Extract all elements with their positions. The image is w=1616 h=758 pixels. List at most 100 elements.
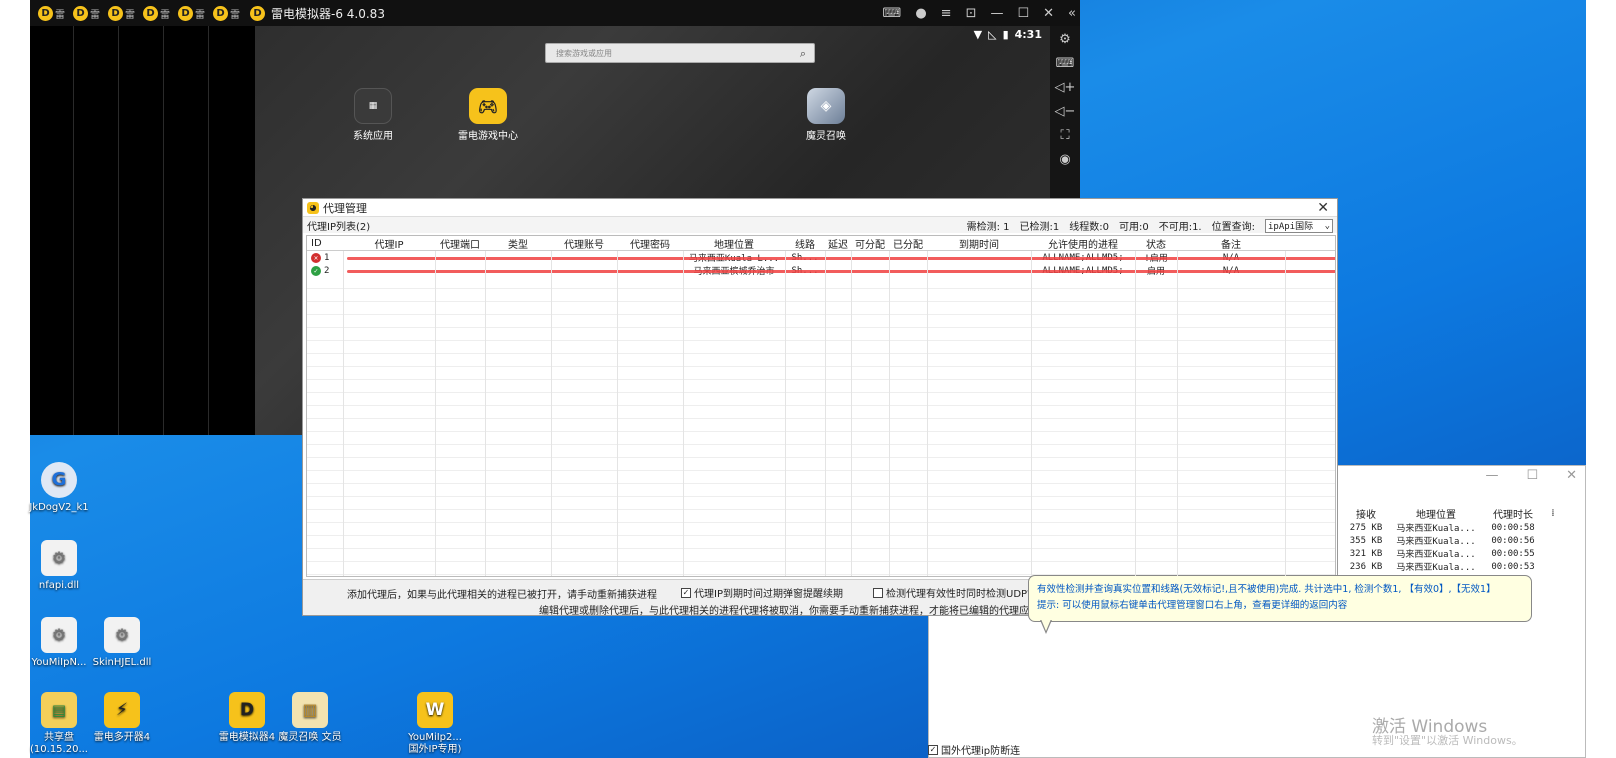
emulator-instance-tab-label: 雷: [230, 9, 240, 21]
anti-disconnect-checkbox[interactable]: ✓ 国外代理ip防断连: [928, 742, 1020, 757]
app-search-input[interactable]: 搜索游戏或应用 ⌕: [545, 43, 815, 63]
app-system-apps[interactable]: ▦ 系统应用: [328, 88, 418, 142]
desktop-icon-emulator[interactable]: D 雷电模拟器4: [214, 692, 280, 744]
connection-row[interactable]: 321 KB 马来西亚Kuala... 00:00:55: [1340, 547, 1560, 561]
column-header[interactable]: 地理位置: [683, 236, 785, 251]
maximize-icon[interactable]: ☐: [1526, 468, 1538, 483]
keyboard-icon[interactable]: ⌨: [1056, 56, 1075, 71]
desktop-icon-youmi[interactable]: ⚙ YouMiIpN...: [26, 617, 92, 669]
column-header[interactable]: 类型: [485, 236, 551, 251]
column-header[interactable]: 代理账号: [551, 236, 617, 251]
connection-row[interactable]: 275 KB 马来西亚Kuala... 00:00:58: [1340, 521, 1560, 535]
table-row[interactable]: ✓2马来西亚槟城乔治市Sh...ALLNAME;ALLMD5;启用N/A: [307, 264, 1335, 277]
column-header[interactable]: 代理端口: [435, 236, 485, 251]
emulator-logo-icon: D: [108, 5, 123, 21]
emulator-instance-tab-label: 雷: [125, 9, 135, 21]
connection-table: 接收 地理位置 代理时长 ⁞ 275 KB 马来西亚Kuala... 00:00:5…: [1340, 505, 1560, 574]
desktop-icon-shared-drive[interactable]: ▤ 共享盘 (10.15.20...: [26, 692, 92, 756]
desktop-icon-jkdog[interactable]: G JkDogV2_k1: [26, 462, 92, 514]
location-source-select[interactable]: ipApi国际 ⌄: [1265, 218, 1333, 233]
column-header[interactable]: 允许使用的进程: [1031, 236, 1135, 251]
collapse-sidebar-icon[interactable]: «: [1068, 6, 1076, 21]
volume-down-icon[interactable]: ◁−: [1055, 104, 1076, 119]
proxy-table-header: ID 代理IP 代理端口 类型 代理账号 代理密码 地理位置 线路 延迟 可分配 已分配 到期时间 允许…: [307, 236, 1335, 251]
column-options-icon[interactable]: ⁞: [1546, 508, 1560, 519]
menu-icon[interactable]: ≡: [941, 6, 952, 21]
emulator-instance-tab-label: 雷: [195, 9, 205, 21]
emulator-instance-tab[interactable]: D雷: [178, 5, 205, 21]
close-icon[interactable]: ✕: [1317, 200, 1329, 216]
column-header[interactable]: 备注: [1177, 236, 1285, 251]
emulator-instance-tab[interactable]: D雷: [213, 5, 240, 21]
search-icon[interactable]: ⌕: [800, 47, 806, 61]
redaction-mark: [347, 270, 1335, 273]
record-icon[interactable]: ◉: [1059, 152, 1070, 167]
pin-icon[interactable]: ⊡: [966, 6, 977, 21]
dll-file-icon: ⚙: [41, 540, 77, 576]
app-game-center[interactable]: 🎮︎ 雷电游戏中心: [443, 88, 533, 142]
grid-line: [889, 236, 890, 576]
tooltip-result-line: 有效性检测并查询真实位置和线路(无效标记!,且不被使用)完成. 共计选中1, 检…: [1037, 584, 1496, 595]
emulator-instance-tab[interactable]: D雷: [73, 5, 100, 21]
grid-line: [1135, 236, 1136, 576]
table-row[interactable]: ✕1马来西亚Kuala L...Sh...ALLNAME;ALLMD5;!启用N…: [307, 251, 1335, 264]
invalid-count: 【无效1】: [1451, 584, 1496, 595]
stat-unavailable: 不可用:1.: [1158, 222, 1202, 233]
close-icon[interactable]: ✕: [1566, 468, 1577, 483]
emulator-instance-tab[interactable]: D雷: [108, 5, 135, 21]
connection-row[interactable]: 355 KB 马来西亚Kuala... 00:00:56: [1340, 534, 1560, 548]
grid-line: [927, 236, 928, 576]
checkbox-checked-icon: ✓: [928, 744, 938, 755]
proxy-manager-title: 代理管理: [323, 201, 367, 215]
emulator-titlebar: D雷D雷D雷D雷D雷D雷 D 雷电模拟器-6 4.0.83 ⌨ ● ≡ ⊡ — …: [30, 0, 1080, 26]
minimize-icon[interactable]: —: [1485, 468, 1498, 483]
windows-activation-subtitle: 转到"设置"以激活 Windows。: [1372, 734, 1523, 747]
proxy-manager-titlebar: ◕ 代理管理 ✕: [303, 199, 1337, 217]
grid-line: [1285, 236, 1286, 576]
column-header[interactable]: 到期时间: [927, 236, 1031, 251]
grid-line: [1031, 236, 1032, 576]
column-header[interactable]: 已分配: [889, 236, 927, 251]
column-header[interactable]: 代理IP: [343, 236, 435, 251]
desktop-icon-game-folder[interactable]: ▥ 魔灵召唤 文员: [277, 692, 343, 744]
column-header[interactable]: 线路: [785, 236, 825, 251]
row-id-text: 2: [324, 265, 330, 276]
close-icon[interactable]: ✕: [1043, 6, 1054, 21]
desktop-icon-youmi-ip2[interactable]: W YouMiIp2... 国外IP专用): [402, 692, 468, 756]
gamepad-icon[interactable]: ⌨: [883, 6, 902, 21]
grid-line: [617, 236, 618, 576]
emulator-instance-tab[interactable]: D雷: [143, 5, 170, 21]
emulator-instance-tab-label: 雷: [160, 9, 170, 21]
volume-up-icon[interactable]: ◁+: [1055, 80, 1076, 95]
desktop-icon-skin[interactable]: ⚙ SkinHJEL.dll: [89, 617, 155, 669]
column-header[interactable]: ID: [307, 238, 343, 249]
settings-icon[interactable]: ⚙: [1059, 32, 1071, 47]
app-logo-icon: ◕: [307, 201, 319, 214]
connection-table-header: 接收 地理位置 代理时长 ⁞: [1340, 505, 1560, 521]
column-header[interactable]: 延迟: [825, 236, 851, 251]
emulator-title: 雷电模拟器-6 4.0.83: [271, 6, 385, 21]
stat-available: 可用:0: [1118, 222, 1149, 233]
account-icon[interactable]: ●: [915, 6, 926, 21]
screenshot-icon[interactable]: ⛶: [1060, 128, 1069, 143]
system-apps-icon: ▦: [354, 88, 392, 124]
grid-line: [485, 236, 486, 576]
cell-recv: 321 KB: [1349, 548, 1383, 559]
maximize-icon[interactable]: ☐: [1017, 6, 1029, 21]
emulator-logo-icon: D: [213, 5, 228, 21]
column-header[interactable]: 代理密码: [617, 236, 683, 251]
connection-row[interactable]: 236 KB 马来西亚Kuala... 00:00:53: [1340, 560, 1560, 574]
grid-line: [343, 236, 344, 576]
expiry-reminder-checkbox[interactable]: ✓ 代理IP到期时间过期弹窗提醒续期: [681, 585, 843, 600]
column-header[interactable]: 状态: [1135, 236, 1177, 251]
column-header[interactable]: 可分配: [851, 236, 889, 251]
minimize-icon[interactable]: —: [990, 6, 1003, 21]
cell-recv: 355 KB: [1349, 535, 1383, 546]
android-status-bar: ▼ ◺ ▮ 4:31: [974, 28, 1042, 41]
udp-check-checkbox[interactable]: 检测代理有效性时同时检测UDP协: [873, 585, 1037, 600]
desktop-icon-nfapi[interactable]: ⚙ nfapi.dll: [26, 540, 92, 592]
app-summoners-war[interactable]: ◈ 魔灵召唤: [781, 88, 871, 142]
desktop-icon-multi-launcher[interactable]: ⚡ 雷电多开器4: [89, 692, 155, 744]
emulator-instance-tab[interactable]: D雷: [38, 5, 65, 21]
emulator-logo-icon: D: [229, 692, 265, 728]
